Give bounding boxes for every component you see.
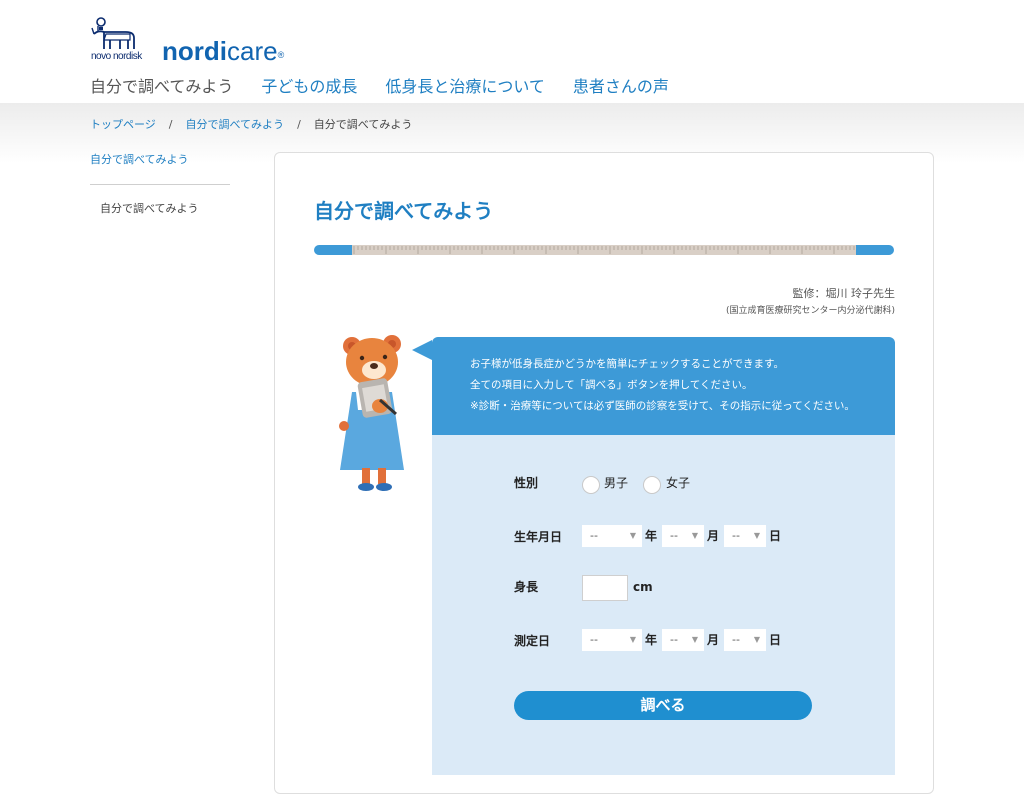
- nav-item-patient-voices[interactable]: 患者さんの声: [573, 74, 669, 100]
- breadcrumb-self-check[interactable]: 自分で調べてみよう: [186, 117, 285, 133]
- measure-month-select[interactable]: -- ▼: [662, 629, 704, 651]
- gender-radio-female[interactable]: [643, 476, 661, 494]
- measure-month-unit: 月: [707, 633, 720, 647]
- check-button[interactable]: 調べる: [514, 691, 812, 720]
- check-form: [432, 435, 895, 775]
- sidebar-heading[interactable]: 自分で調べてみよう: [90, 152, 189, 168]
- brand-name-rest: care: [227, 36, 278, 66]
- nav-item-self-check[interactable]: 自分で調べてみよう: [90, 74, 233, 100]
- brand-name-bold: nordi: [162, 36, 227, 66]
- breadcrumb-separator: /: [297, 118, 301, 131]
- measure-date-label: 測定日: [514, 634, 551, 648]
- breadcrumb: トップページ / 自分で調べてみよう / 自分で調べてみよう: [90, 117, 412, 133]
- brand-registered-mark: ®: [277, 50, 285, 60]
- breadcrumb-top[interactable]: トップページ: [90, 117, 156, 133]
- measure-month-value: --: [670, 633, 678, 646]
- sidebar-divider: [90, 184, 230, 185]
- global-nav: 自分で調べてみよう 子どもの成長 低身長と治療について 患者さんの声: [90, 74, 697, 100]
- chevron-down-icon: ▼: [629, 635, 636, 644]
- nav-item-short-stature-treatment[interactable]: 低身長と治療について: [385, 74, 545, 100]
- birth-day-unit: 日: [769, 529, 782, 543]
- bear-mascot-image: [339, 335, 404, 491]
- supervisor-credit: 監修：堀川 玲子先生: [792, 287, 896, 300]
- instruction-panel: お子様が低身長症かどうかを簡単にチェックすることができます。 全ての項目に入力し…: [432, 337, 895, 435]
- nordicare-logo[interactable]: novo nordisk nordicare®: [90, 16, 290, 66]
- page-title: 自分で調べてみよう: [314, 199, 494, 223]
- instruction-line: 全ての項目に入力して「調べる」ボタンを押してください。: [470, 379, 753, 391]
- birthdate-label: 生年月日: [514, 530, 563, 544]
- measure-day-value: --: [732, 633, 740, 646]
- chevron-down-icon: ▼: [753, 531, 760, 540]
- company-name: novo nordisk: [91, 51, 142, 62]
- chevron-down-icon: ▼: [691, 635, 698, 644]
- birth-day-select[interactable]: -- ▼: [724, 525, 766, 547]
- measure-year-unit: 年: [645, 633, 658, 647]
- nav-item-child-growth[interactable]: 子どもの成長: [261, 74, 357, 100]
- birth-year-select[interactable]: -- ▼: [582, 525, 642, 547]
- birth-month-unit: 月: [707, 529, 720, 543]
- breadcrumb-separator: /: [168, 118, 173, 131]
- institution-credit: (国立成育医療研究センター内分泌代謝科): [725, 306, 895, 316]
- ruler-bar: [314, 245, 894, 255]
- gender-radio-male[interactable]: [582, 476, 600, 494]
- brand-name: nordicare®: [162, 36, 284, 66]
- measure-year-select[interactable]: -- ▼: [582, 629, 642, 651]
- instruction-line: お子様が低身長症かどうかを簡単にチェックすることができます。: [470, 358, 784, 370]
- birth-day-value: --: [732, 529, 740, 542]
- chevron-down-icon: ▼: [691, 531, 698, 540]
- instruction-line: ※診断・治療等については必ず医師の診察を受けて、その指示に従ってください。: [470, 400, 855, 412]
- gender-label: 性別: [514, 476, 539, 490]
- chevron-down-icon: ▼: [753, 635, 760, 644]
- birth-year-value: --: [590, 529, 598, 542]
- birth-month-value: --: [670, 529, 678, 542]
- breadcrumb-current: 自分で調べてみよう: [313, 118, 413, 131]
- gender-radio-female-label[interactable]: 女子: [666, 474, 690, 492]
- height-input[interactable]: [582, 575, 628, 601]
- measure-year-value: --: [590, 633, 598, 646]
- chevron-down-icon: ▼: [629, 531, 636, 540]
- gender-radio-male-label[interactable]: 男子: [604, 474, 628, 492]
- speech-bubble-tail: [412, 340, 432, 360]
- measure-day-unit: 日: [769, 633, 782, 647]
- height-unit: cm: [633, 580, 653, 594]
- height-label: 身長: [514, 580, 539, 594]
- measure-day-select[interactable]: -- ▼: [724, 629, 766, 651]
- sidebar-item-self-check[interactable]: 自分で調べてみよう: [100, 201, 199, 217]
- birth-month-select[interactable]: -- ▼: [662, 525, 704, 547]
- birth-year-unit: 年: [645, 529, 658, 543]
